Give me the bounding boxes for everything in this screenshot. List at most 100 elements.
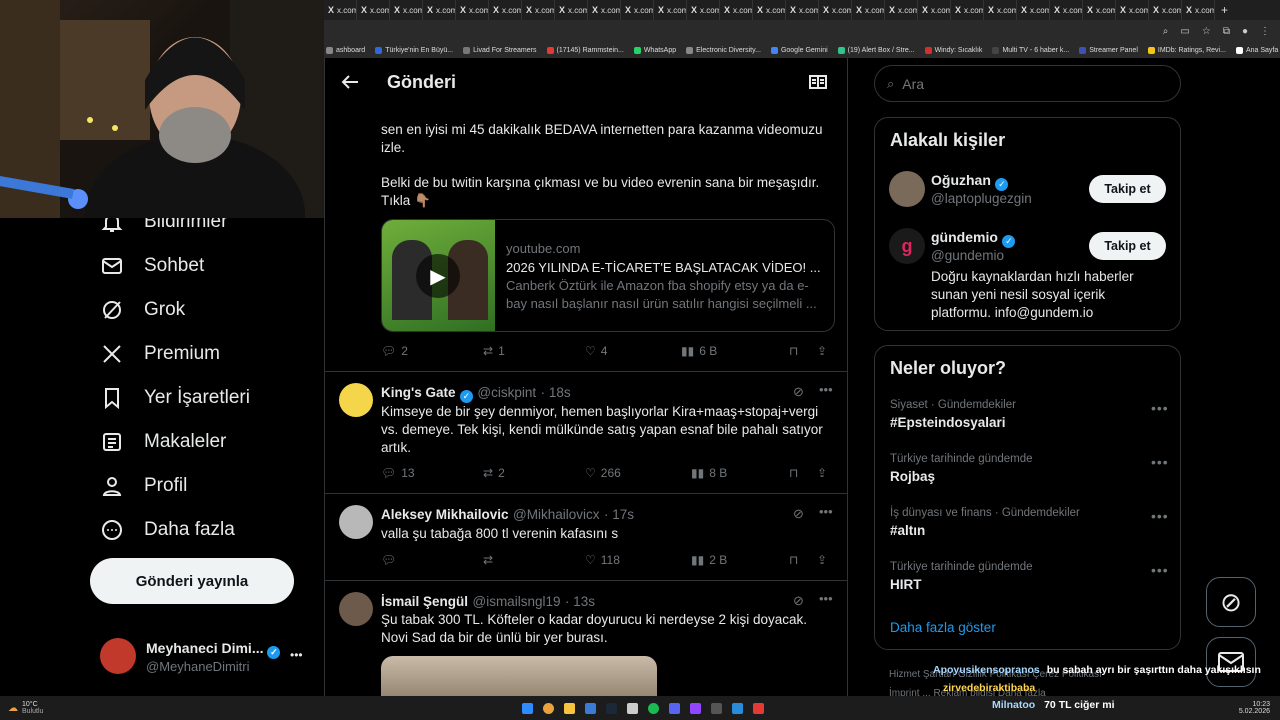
more-icon[interactable]: ••• — [819, 504, 833, 519]
search-box[interactable]: ⌕ — [874, 65, 1181, 102]
avatar[interactable] — [339, 505, 373, 539]
chrome-icon[interactable] — [543, 702, 554, 714]
like-button[interactable]: ♡ 118 — [585, 553, 691, 567]
author-name[interactable]: İsmail Şengül — [381, 594, 468, 609]
browser-tab[interactable]: Xx.com — [324, 0, 357, 20]
more-icon[interactable]: ••• — [819, 382, 833, 397]
person-name[interactable]: gündemio — [931, 229, 998, 245]
account-more-icon[interactable]: ••• — [290, 648, 303, 662]
clock[interactable]: 10:23 5.02.2026 — [1239, 701, 1280, 715]
nav-item-profil[interactable]: Profil — [100, 474, 187, 498]
account-name-row[interactable]: Meyhaneci Dimi... ✓ — [146, 640, 281, 659]
avatar[interactable]: g — [889, 228, 925, 264]
browser-tab[interactable]: Xx.com — [1116, 0, 1149, 20]
share-button[interactable]: ⇪ — [817, 466, 827, 480]
grok-icon[interactable]: ⊘ — [793, 593, 804, 609]
bookmark-item[interactable]: Streamer Panel — [1079, 46, 1138, 54]
more-icon[interactable]: ••• — [1151, 508, 1169, 524]
reply-button[interactable]: 💬︎ 13 — [381, 466, 483, 480]
bookmark-item[interactable]: Windy: Sıcaklık — [924, 46, 982, 54]
repost-button[interactable]: ⇄ — [483, 553, 585, 567]
browser-tab[interactable]: Xx.com — [1149, 0, 1182, 20]
link-preview-card[interactable]: ▶ youtube.com 2026 YILINDA E-TİCARET'E B… — [381, 219, 835, 332]
browser-tab[interactable]: Xx.com — [918, 0, 951, 20]
views-button[interactable]: ▮▮ 6 B — [681, 344, 789, 358]
author-name[interactable]: Aleksey Mikhailovic — [381, 507, 509, 522]
browser-tab[interactable]: Xx.com — [720, 0, 753, 20]
more-icon[interactable]: ••• — [1151, 454, 1169, 470]
app-icon[interactable] — [732, 702, 743, 714]
account-avatar[interactable] — [100, 638, 136, 674]
avatar[interactable] — [339, 383, 373, 417]
browser-tab[interactable]: Xx.com — [786, 0, 819, 20]
browser-tab[interactable]: Xx.com — [753, 0, 786, 20]
post-time[interactable]: · 13s — [565, 594, 595, 609]
menu-icon[interactable]: ⋮ — [1260, 26, 1270, 37]
more-icon[interactable]: ••• — [819, 591, 833, 606]
new-tab-button[interactable]: + — [1215, 3, 1228, 17]
app-icon[interactable] — [585, 702, 596, 714]
bookmark-item[interactable]: ashboard — [326, 46, 365, 54]
nav-item-sohbet[interactable]: Sohbet — [100, 254, 204, 278]
bookmark-button[interactable]: ⊓ — [789, 344, 817, 358]
repost-button[interactable]: ⇄ 2 — [483, 466, 585, 480]
extensions-icon[interactable]: ⧉ — [1223, 26, 1230, 37]
more-icon[interactable]: ••• — [1151, 562, 1169, 578]
views-button[interactable]: ▮▮ 8 B — [691, 466, 789, 480]
grok-icon[interactable]: ⊘ — [1206, 577, 1256, 627]
repost-button[interactable]: ⇄ 1 — [483, 344, 585, 358]
views-button[interactable]: ▮▮ 2 B — [691, 553, 789, 567]
browser-tab[interactable]: Xx.com — [687, 0, 720, 20]
steam-icon[interactable] — [606, 702, 617, 714]
trend-item[interactable]: Türkiye tarihinde gündemde Rojbaş — [890, 453, 1033, 484]
play-icon[interactable]: ▶ — [416, 254, 460, 298]
reader-icon[interactable] — [809, 74, 827, 95]
trend-item[interactable]: Siyaset · Gündemdekiler #Epsteindosyalar… — [890, 399, 1016, 430]
person-handle[interactable]: @laptoplugezgin — [931, 191, 1032, 206]
profile-icon[interactable]: ● — [1242, 26, 1248, 37]
reply-photo[interactable] — [381, 656, 657, 696]
search-icon[interactable]: ⌕ — [1163, 26, 1169, 37]
browser-tab[interactable]: Xx.com — [390, 0, 423, 20]
avatar[interactable] — [339, 592, 373, 626]
reply-button[interactable]: 💬︎ — [381, 553, 483, 567]
trend-item[interactable]: Türkiye tarihinde gündemde HIRT — [890, 561, 1033, 592]
bookmark-button[interactable]: ⊓ — [789, 553, 817, 567]
bookmark-item[interactable]: Livad For Streamers — [463, 46, 537, 54]
more-icon[interactable]: ••• — [1151, 400, 1169, 416]
share-button[interactable]: ⇪ — [817, 553, 827, 567]
app-icon[interactable] — [711, 702, 722, 714]
bookmark-item[interactable]: IMDb: Ratings, Revi... — [1147, 46, 1226, 54]
discord-icon[interactable] — [669, 702, 680, 714]
nav-item-daha-fazla[interactable]: Daha fazla — [100, 518, 235, 542]
bookmark-item[interactable]: (17145) Rammstein... — [546, 46, 624, 54]
browser-tab[interactable]: Xx.com — [885, 0, 918, 20]
browser-tab[interactable]: Xx.com — [654, 0, 687, 20]
bookmark-item[interactable]: WhatsApp — [633, 46, 676, 54]
cast-icon[interactable]: ▭ — [1180, 26, 1189, 37]
show-more-link[interactable]: Daha fazla göster — [890, 620, 996, 635]
start-icon[interactable] — [522, 702, 533, 714]
browser-tab[interactable]: Xx.com — [951, 0, 984, 20]
post-button[interactable]: Gönderi yayınla — [90, 558, 294, 604]
star-icon[interactable]: ☆ — [1202, 26, 1211, 37]
author-name[interactable]: King's Gate — [381, 385, 455, 400]
avatar[interactable] — [889, 171, 925, 207]
nav-item-premium[interactable]: Premium — [100, 342, 220, 366]
back-arrow-icon[interactable] — [341, 74, 359, 95]
browser-tab[interactable]: Xx.com — [1083, 0, 1116, 20]
browser-tab[interactable]: Xx.com — [588, 0, 621, 20]
grok-icon[interactable]: ⊘ — [793, 384, 804, 400]
browser-tab[interactable]: Xx.com — [1017, 0, 1050, 20]
messages-icon[interactable] — [1206, 637, 1256, 687]
browser-tab[interactable]: Xx.com — [819, 0, 852, 20]
app-icon[interactable] — [627, 702, 638, 714]
author-handle[interactable]: @ciskpint — [477, 385, 536, 400]
nav-item-grok[interactable]: Grok — [100, 298, 185, 322]
bookmark-item[interactable]: Electronic Diversity... — [686, 46, 761, 54]
person-handle[interactable]: @gundemio — [931, 248, 1004, 263]
browser-tab[interactable]: Xx.com — [555, 0, 588, 20]
follow-button[interactable]: Takip et — [1089, 232, 1166, 260]
browser-tab[interactable]: Xx.com — [984, 0, 1017, 20]
trend-item[interactable]: İş dünyası ve finans · Gündemdekiler #al… — [890, 507, 1080, 538]
